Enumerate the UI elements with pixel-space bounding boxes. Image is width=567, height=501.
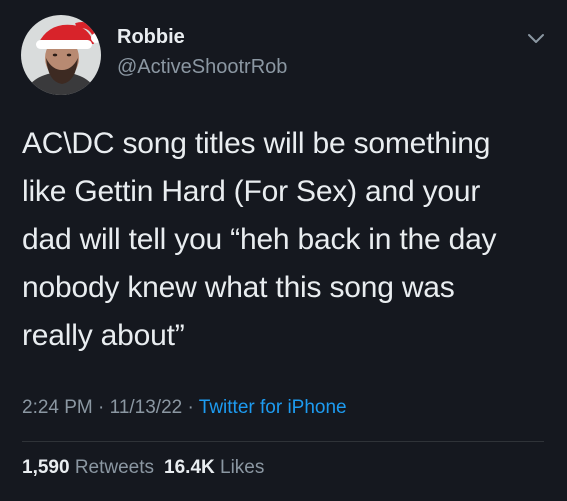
likes-count: 16.4K (164, 457, 215, 478)
likes-stat[interactable]: 16.4K Likes (164, 457, 264, 478)
user-handle[interactable]: @ActiveShootrRob (117, 56, 287, 79)
tweet-text-line: AC\DC song titles will be something (22, 127, 491, 160)
chevron-down-icon[interactable] (526, 30, 546, 46)
display-name[interactable]: Robbie (117, 26, 185, 49)
tweet-text-line: nobody knew what this song was (22, 271, 455, 304)
tweet-meta: 2:24 PM · 11/13/22 · Twitter for iPhone (22, 397, 347, 419)
divider (22, 441, 544, 442)
retweets-label: Retweets (74, 457, 155, 478)
tweet-text-line: really about” (22, 319, 185, 352)
retweets-count: 1,590 (22, 457, 70, 478)
tweet-text-line: dad will tell you “heh back in the day (22, 223, 497, 256)
tweet-date[interactable]: 11/13/22 (110, 397, 183, 418)
meta-separator: · (187, 397, 194, 418)
likes-label: Likes (220, 457, 265, 478)
retweets-stat[interactable]: 1,590 Retweets (22, 457, 154, 478)
avatar[interactable] (20, 14, 102, 96)
tweet-time[interactable]: 2:24 PM (22, 397, 93, 418)
tweet-stats: 1,590 Retweets 16.4K Likes (22, 457, 264, 479)
tweet-card: Robbie @ActiveShootrRob AC\DC song title… (0, 0, 567, 501)
tweet-text-line: like Gettin Hard (For Sex) and your (22, 175, 481, 208)
tweet-source-link[interactable]: Twitter for iPhone (199, 397, 347, 418)
tweet-text: AC\DC song titles will be something like… (22, 120, 552, 360)
meta-separator: · (98, 397, 105, 418)
